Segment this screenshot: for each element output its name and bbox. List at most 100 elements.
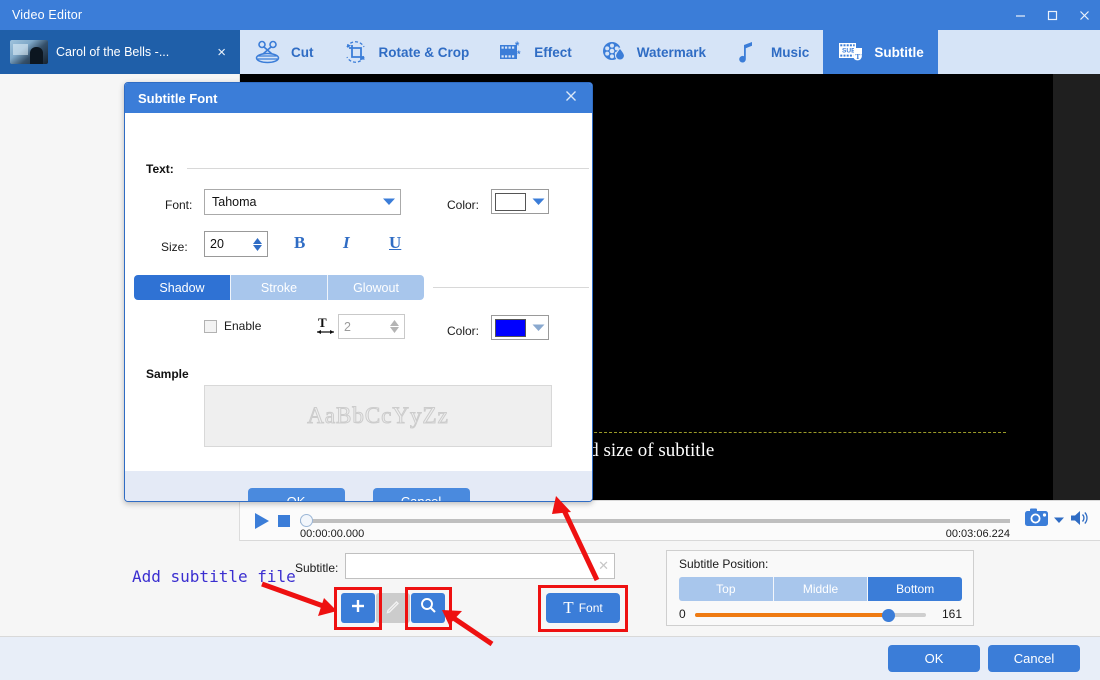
dialog-footer: OK Cancel: [125, 471, 592, 501]
effect-color-label: Color:: [447, 324, 480, 338]
toolbar: Carol of the Bells -... × Cut Rotate & C…: [0, 30, 1100, 74]
dialog-ok-button[interactable]: OK: [247, 487, 345, 501]
slider-min-label: 0: [679, 607, 686, 621]
subtitle-position-panel: Subtitle Position: Top Middle Bottom 0 1…: [666, 550, 974, 626]
tool-rotate-crop[interactable]: Rotate & Crop: [328, 30, 484, 74]
position-top-button[interactable]: Top: [679, 577, 774, 601]
slider-knob[interactable]: [882, 609, 896, 622]
maximize-icon[interactable]: [1036, 0, 1068, 30]
crop-rotate-icon: [342, 39, 370, 65]
tool-watermark-label: Watermark: [636, 44, 707, 60]
subtitle-position-slider[interactable]: 0 161: [679, 607, 962, 623]
effect-color-picker[interactable]: [491, 315, 549, 340]
tab-stroke[interactable]: Stroke: [231, 275, 328, 300]
dialog-titlebar: Subtitle Font: [125, 83, 592, 113]
font-color-picker[interactable]: [491, 189, 549, 214]
subtitle-field-label: Subtitle:: [295, 561, 339, 575]
chevron-down-icon: [532, 193, 545, 211]
footer-ok-button[interactable]: OK: [888, 645, 980, 672]
italic-button[interactable]: I: [343, 233, 350, 253]
close-icon[interactable]: ×: [209, 44, 234, 61]
pencil-icon: [385, 598, 401, 619]
stepper-arrows-icon[interactable]: [253, 237, 267, 251]
video-thumbnail: [10, 40, 48, 64]
window-titlebar: Video Editor: [0, 0, 1100, 30]
seek-track: [300, 518, 1010, 523]
window-title: Video Editor: [12, 8, 83, 22]
play-icon[interactable]: [250, 510, 272, 532]
font-color-label: Color:: [447, 198, 480, 212]
position-middle-button[interactable]: Middle: [773, 577, 869, 601]
music-note-icon: [734, 39, 762, 65]
total-time: 00:03:06.224: [945, 527, 1010, 540]
effect-tab-group: Shadow Stroke Glowout: [134, 275, 424, 300]
enable-checkbox-row[interactable]: Enable: [204, 319, 261, 333]
file-tab[interactable]: Carol of the Bells -... ×: [0, 30, 240, 74]
current-time: 00:00:00.000: [300, 527, 365, 540]
enable-label: Enable: [224, 319, 262, 333]
subtitle-position-segments: Top Middle Bottom: [679, 577, 962, 601]
stop-icon[interactable]: [278, 514, 290, 527]
annotation-add-subtitle-file: Add subtitle file: [132, 567, 296, 586]
film-reel-drop-icon: [600, 39, 628, 65]
sample-label: Sample: [146, 367, 189, 381]
subtitle-film-icon: SUB T: [837, 39, 865, 65]
minimize-icon[interactable]: [1004, 0, 1036, 30]
font-label: Font:: [165, 198, 193, 212]
file-tab-label: Carol of the Bells -...: [56, 45, 170, 59]
tool-music[interactable]: Music: [720, 30, 823, 74]
group-divider: [187, 168, 589, 169]
slider-fill: [695, 613, 890, 617]
dialog-cancel-button[interactable]: Cancel: [372, 487, 470, 501]
stepper-arrows-icon[interactable]: [390, 320, 404, 333]
font-size-stepper[interactable]: 20: [204, 231, 268, 257]
size-label: Size:: [161, 240, 188, 254]
close-icon[interactable]: [1068, 0, 1100, 30]
tool-effect[interactable]: * * Effect: [483, 30, 586, 74]
close-icon[interactable]: [558, 89, 584, 107]
tool-watermark[interactable]: Watermark: [586, 30, 720, 74]
seek-slider[interactable]: 00:00:00.000 00:03:06.224: [300, 507, 1010, 540]
dialog-body: Text: Font: Tahoma Color: Size: 20 B I U…: [125, 113, 592, 471]
font-size-value: 20: [210, 237, 224, 251]
effect-thickness-stepper[interactable]: 2: [338, 314, 405, 339]
effect-divider: [433, 287, 589, 288]
position-bottom-button[interactable]: Bottom: [868, 577, 962, 601]
window-buttons: [1004, 0, 1100, 30]
tool-effect-label: Effect: [534, 44, 572, 60]
tool-subtitle[interactable]: SUB T Subtitle: [823, 30, 938, 74]
highlight-font-button: [538, 585, 628, 632]
footer-cancel-button[interactable]: Cancel: [988, 645, 1080, 672]
camera-icon[interactable]: [1024, 507, 1050, 534]
chevron-down-icon[interactable]: [1054, 516, 1064, 526]
font-family-select[interactable]: Tahoma: [204, 189, 401, 215]
scissors-icon: [254, 39, 282, 65]
chevron-down-icon: [532, 319, 545, 337]
svg-text:T: T: [318, 315, 327, 330]
tab-glowout[interactable]: Glowout: [328, 275, 424, 300]
dialog-title: Subtitle Font: [138, 90, 218, 106]
sample-text: AaBbCcYyZz: [307, 403, 449, 429]
svg-text:T: T: [856, 52, 861, 61]
tool-subtitle-label: Subtitle: [874, 44, 924, 60]
tool-rotate-crop-label: Rotate & Crop: [378, 44, 470, 60]
tab-shadow[interactable]: Shadow: [134, 275, 231, 300]
tool-cut-label: Cut: [291, 44, 314, 60]
slider-max-label: 161: [941, 607, 962, 621]
sample-preview-box: AaBbCcYyZz: [204, 385, 552, 447]
slider-track[interactable]: [695, 609, 926, 622]
effect-color-swatch: [495, 318, 526, 337]
subtitle-input[interactable]: ✕: [345, 553, 615, 579]
speaker-icon[interactable]: [1070, 509, 1090, 532]
highlight-search-button: [405, 587, 452, 630]
highlight-add-button: [334, 587, 382, 630]
clear-x-icon[interactable]: ✕: [598, 558, 609, 574]
font-color-swatch: [495, 192, 526, 211]
tool-cut[interactable]: Cut: [240, 30, 328, 74]
bold-button[interactable]: B: [294, 233, 305, 253]
enable-checkbox[interactable]: [204, 319, 217, 333]
underline-button[interactable]: U: [389, 233, 401, 253]
subtitle-position-title: Subtitle Position:: [679, 557, 769, 571]
seek-knob[interactable]: [300, 513, 313, 527]
font-family-value: Tahoma: [212, 195, 257, 209]
